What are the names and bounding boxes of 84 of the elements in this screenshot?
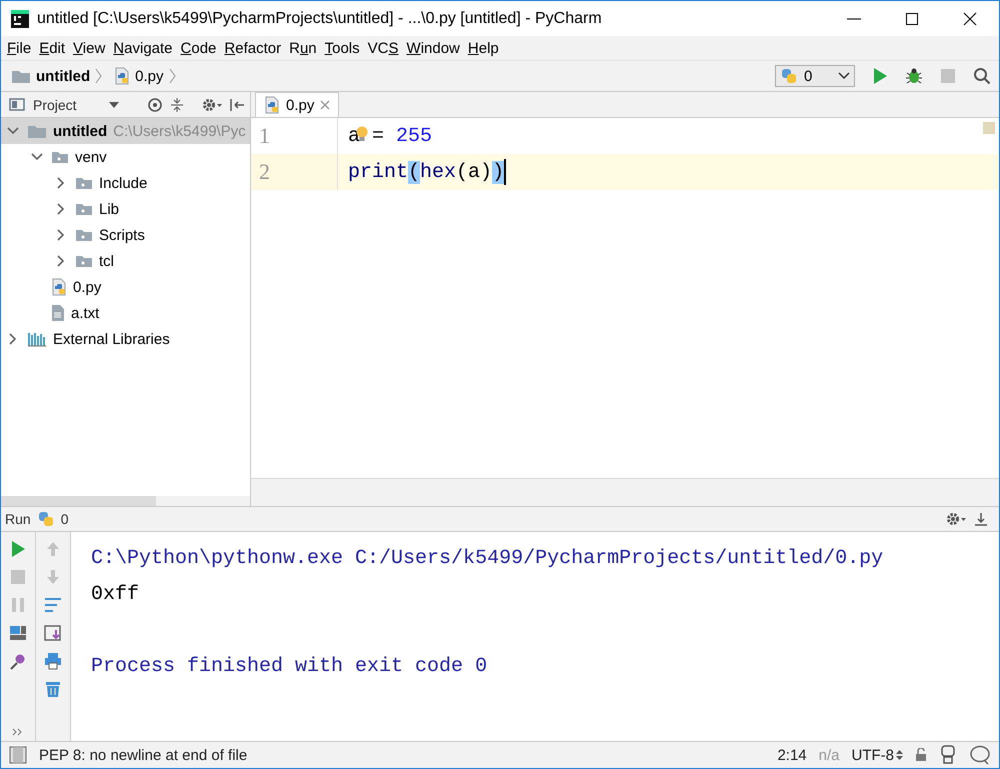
collapse-all-icon (169, 96, 185, 112)
pin-icon[interactable] (9, 652, 27, 670)
run-icon (871, 67, 889, 85)
analysis-marker-icon (983, 122, 995, 134)
python-file-icon (264, 96, 280, 114)
search-icon (973, 67, 991, 85)
run-config-name: 0 (60, 511, 68, 527)
breadcrumb[interactable]: 0.py (135, 68, 164, 84)
chevron-right-icon (168, 68, 176, 84)
app-logo-icon (11, 10, 29, 28)
python-icon (780, 67, 798, 85)
print-icon[interactable] (44, 652, 62, 670)
menu-item[interactable]: Window (402, 40, 464, 56)
menu-item[interactable]: Code (176, 40, 220, 56)
menu-item[interactable]: Edit (35, 40, 70, 56)
scrollbar-thumb[interactable] (1, 496, 156, 506)
close-icon (320, 100, 330, 110)
trash-icon[interactable] (44, 680, 62, 698)
encoding-selector[interactable]: UTF-8 (852, 746, 903, 764)
folder-icon (27, 124, 47, 138)
minimize-panel-icon (973, 511, 989, 527)
settings-icon (945, 511, 967, 527)
caret-position[interactable]: 2:14 (777, 746, 807, 764)
tree-item[interactable]: Include (1, 170, 250, 196)
editor-tab[interactable]: 0.py (255, 92, 340, 117)
tree-item[interactable]: untitled C:\Users\k5499\Pyc (1, 118, 250, 144)
menu-item[interactable]: View (69, 40, 110, 56)
hide-panel-icon (229, 96, 245, 112)
console-line: 0xff (91, 582, 140, 608)
run-icon[interactable] (9, 540, 27, 558)
folder-icon (75, 202, 93, 216)
code-line: print(hex(a)) (347, 160, 504, 186)
text-file-icon (51, 304, 65, 322)
tree-item[interactable]: venv (1, 144, 250, 170)
folder-icon (75, 228, 93, 242)
scroll-to-end-icon[interactable] (44, 624, 62, 642)
panel-title[interactable]: Project (33, 96, 103, 112)
locate-icon (147, 96, 163, 112)
tree-item[interactable]: a.txt (1, 300, 250, 326)
chat-bubble-icon (969, 745, 991, 765)
minimize-icon (847, 18, 861, 20)
text-cursor (504, 159, 506, 185)
soft-wrap-icon[interactable] (44, 596, 62, 614)
project-view-icon (9, 96, 27, 112)
tree-item[interactable]: External Libraries (1, 326, 250, 352)
menu-item[interactable]: Navigate (109, 40, 177, 56)
menu-item[interactable]: Tools (320, 40, 364, 56)
tree-item[interactable]: Scripts (1, 222, 250, 248)
menu-item[interactable]: Run (285, 40, 321, 56)
folder-icon (75, 254, 93, 268)
panel-toggle-icon (9, 746, 27, 764)
settings-icon (201, 96, 223, 112)
folder-icon (51, 150, 69, 164)
menu-item[interactable]: VCS (364, 40, 403, 56)
double-chevron-icon[interactable] (12, 727, 24, 737)
run-config-dropdown[interactable]: 0 (775, 65, 855, 87)
lock-icon (915, 748, 927, 762)
console-line: C:\Python\pythonw.exe C:/Users/k5499/PycharmProjects/untitled/0.py (91, 546, 884, 572)
layout-icon[interactable] (9, 624, 27, 642)
tree-item[interactable]: 0.py (1, 274, 250, 300)
breadcrumb[interactable]: untitled (36, 68, 90, 84)
folder-icon (75, 176, 93, 190)
menu-item[interactable]: Refactor (220, 40, 286, 56)
up-down-arrows-icon (896, 750, 903, 760)
status-message: PEP 8: no newline at end of file (39, 746, 248, 764)
close-icon (963, 12, 977, 26)
panel-title[interactable]: Run (5, 511, 31, 527)
window-title: untitled [C:\Users\k5499\PycharmProjects\untitled] - ...\0.py [untitled] - PyCharm (37, 10, 603, 28)
python-file-icon (114, 67, 130, 85)
console-line: Process finished with exit code 0 (91, 654, 488, 680)
menu-item[interactable]: File (3, 40, 36, 56)
maximize-icon (905, 12, 919, 26)
menu-item[interactable]: Help (464, 40, 503, 56)
debug-icon (905, 67, 923, 85)
stop-icon (939, 67, 957, 85)
dropdown-arrow-icon (109, 102, 119, 108)
tree-item[interactable]: Lib (1, 196, 250, 222)
code-line: a = 255 (347, 124, 432, 150)
python-file-icon (51, 278, 67, 296)
folder-icon (11, 68, 31, 84)
python-icon (36, 510, 55, 528)
chevron-right-icon (95, 68, 102, 84)
tree-item[interactable]: tcl (1, 248, 250, 274)
library-icon (27, 331, 47, 347)
